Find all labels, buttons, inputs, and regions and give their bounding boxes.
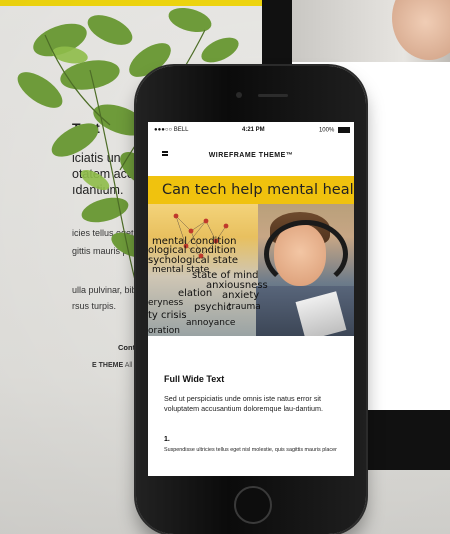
word-cloud-item: ty crisis xyxy=(148,310,187,321)
monitor-footer-brand: E THEME xyxy=(92,362,124,369)
word-cloud-item: anxiety xyxy=(222,290,260,301)
hero-title-bar: Can tech help mental health? xyxy=(148,176,354,204)
word-cloud-item: trauma xyxy=(228,302,261,312)
list-text: Suspendisse ultricies tellus eget nisl m… xyxy=(164,447,337,453)
home-button[interactable] xyxy=(234,486,272,524)
hero-title: Can tech help mental health? xyxy=(162,182,354,198)
word-cloud-item: annoyance xyxy=(186,318,236,328)
brand-title: WIREFRAME THEME™ xyxy=(208,152,294,159)
monitor-list-line: rsus turpis. xyxy=(72,301,117,311)
mental-health-word-cloud: mental condition ological condition sych… xyxy=(148,236,288,336)
status-time: 4:21 PM xyxy=(242,127,265,133)
app-navbar: WIREFRAME THEME™ xyxy=(148,142,354,166)
monitor-hero-photo xyxy=(292,0,450,62)
content-title: Full Wide Text xyxy=(164,374,225,384)
smartphone: ●●●○○ BELL 4:21 PM 100% WIREFRAME THEME™… xyxy=(136,66,366,534)
battery-icon xyxy=(338,127,350,133)
battery-percent: 100% xyxy=(318,127,335,134)
word-cloud-item: eryness xyxy=(148,298,184,308)
status-bar: ●●●○○ BELL 4:21 PM 100% xyxy=(148,122,354,136)
hero-banner: Can tech help mental health? xyxy=(148,176,354,336)
list-number: 1. xyxy=(164,436,170,443)
carrier-label: ●●●○○ BELL xyxy=(154,127,189,133)
monitor-person-image xyxy=(392,0,450,60)
word-cloud-item: psychic xyxy=(194,302,232,313)
content-body: Sed ut perspiciatis unde omnis iste natu… xyxy=(164,394,324,413)
front-camera xyxy=(236,92,242,98)
battery-status: 100% xyxy=(319,127,350,134)
scene-background: Text iciatis unde o otatem accus ıdantiu… xyxy=(0,0,450,534)
phone-screen: ●●●○○ BELL 4:21 PM 100% WIREFRAME THEME™… xyxy=(148,122,354,476)
word-cloud-item: oration xyxy=(148,326,180,336)
earpiece-speaker xyxy=(258,94,288,97)
